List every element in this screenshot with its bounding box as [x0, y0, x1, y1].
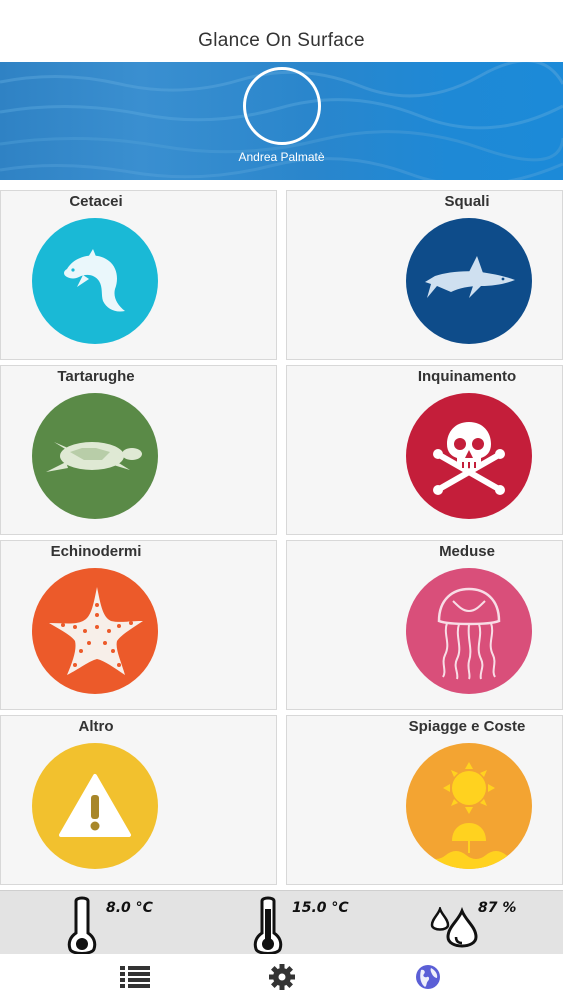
category-icon-circle[interactable] — [32, 218, 158, 344]
category-icon-circle[interactable] — [406, 568, 532, 694]
water-temperature-value: 15.0 °C — [292, 900, 349, 916]
thermometer-low-icon — [67, 896, 97, 955]
avatar[interactable] — [243, 67, 321, 145]
air-temperature: 8.0 °C — [60, 891, 180, 955]
humidity: 87 % — [428, 891, 538, 955]
category-card-cetacei[interactable]: Cetacei — [0, 190, 277, 360]
skull-crossbones-icon — [433, 422, 505, 495]
category-icon-circle[interactable] — [32, 568, 158, 694]
category-card-meduse[interactable]: Meduse — [286, 540, 563, 710]
category-card-squali[interactable]: Squali — [286, 190, 563, 360]
user-name: Andrea Palmatè — [238, 150, 325, 164]
humidity-drops-icon — [430, 907, 478, 948]
dolphin-icon — [64, 249, 125, 312]
category-label: Spiagge e Coste — [408, 718, 526, 735]
warning-icon — [59, 774, 131, 837]
bottom-tab-bar — [0, 954, 563, 1000]
shark-icon — [425, 256, 515, 298]
globe-icon — [416, 965, 440, 989]
jellyfish-icon — [437, 587, 501, 680]
category-icon-circle[interactable] — [406, 743, 532, 869]
category-label: Tartarughe — [57, 368, 135, 385]
air-temperature-value: 8.0 °C — [106, 900, 153, 916]
water-temperature: 15.0 °C — [248, 891, 378, 955]
category-label: Cetacei — [69, 193, 123, 210]
category-card-echinodermi[interactable]: Echinodermi — [0, 540, 277, 710]
category-icon-circle[interactable] — [406, 393, 532, 519]
category-card-spiagge-e-coste[interactable]: Spiagge e Coste — [286, 715, 563, 885]
category-label: Echinodermi — [50, 543, 142, 560]
category-card-tartarughe[interactable]: Tartarughe — [0, 365, 277, 535]
category-card-inquinamento[interactable]: Inquinamento — [286, 365, 563, 535]
category-icon-circle[interactable] — [406, 218, 532, 344]
weather-bar: 8.0 °C 15.0 °C 87 % — [0, 890, 563, 955]
thermometer-high-icon — [253, 896, 283, 955]
list-icon — [120, 966, 150, 988]
category-icon-circle[interactable] — [32, 393, 158, 519]
profile-banner: Andrea Palmatè — [0, 62, 563, 180]
turtle-icon — [46, 442, 142, 472]
category-icon-circle[interactable] — [32, 743, 158, 869]
top-bar: Glance On Surface — [0, 0, 563, 62]
category-label: Squali — [444, 193, 490, 210]
beach-sun-icon — [406, 762, 532, 869]
category-label: Meduse — [439, 543, 495, 560]
tab-map[interactable] — [411, 960, 445, 994]
tab-settings[interactable] — [265, 960, 299, 994]
tab-list[interactable] — [118, 960, 152, 994]
category-card-altro[interactable]: Altro — [0, 715, 277, 885]
category-label: Inquinamento — [417, 368, 517, 385]
category-label: Altro — [78, 718, 114, 735]
gear-icon — [269, 964, 295, 990]
starfish-icon — [49, 587, 143, 675]
humidity-value: 87 % — [478, 900, 517, 916]
